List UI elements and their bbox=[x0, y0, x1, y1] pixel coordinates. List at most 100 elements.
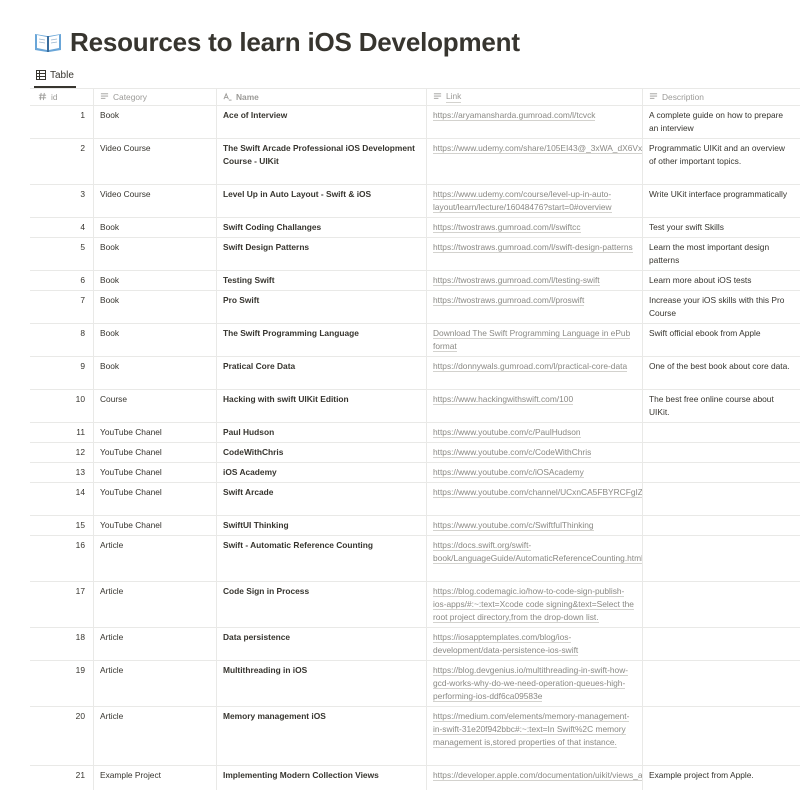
cell-link[interactable]: https://www.udemy.com/share/105EI43@_3xW… bbox=[427, 139, 643, 184]
column-header-id[interactable]: id bbox=[30, 88, 94, 105]
tab-table-view[interactable]: Table bbox=[36, 66, 74, 84]
cell-name[interactable]: Ace of Interview bbox=[217, 106, 427, 138]
link-text[interactable]: https://www.hackingwithswift.com/100 bbox=[433, 394, 574, 405]
cell-category[interactable]: Video Course bbox=[94, 185, 217, 217]
cell-link[interactable]: https://twostraws.gumroad.com/l/testing-… bbox=[427, 271, 643, 290]
cell-description[interactable] bbox=[643, 483, 800, 515]
cell-link[interactable]: https://www.hackingwithswift.com/100 bbox=[427, 390, 643, 422]
cell-link[interactable]: https://aryamansharda.gumroad.com/l/tcvc… bbox=[427, 106, 643, 138]
cell-link[interactable]: https://twostraws.gumroad.com/l/swiftcc bbox=[427, 218, 643, 237]
cell-name[interactable]: Pro Swift bbox=[217, 291, 427, 323]
link-text[interactable]: https://www.youtube.com/c/iOSAcademy bbox=[433, 467, 584, 478]
cell-id[interactable]: 6 bbox=[30, 271, 94, 290]
cell-name[interactable]: Swift Design Patterns bbox=[217, 238, 427, 270]
cell-category[interactable]: Article bbox=[94, 536, 217, 581]
cell-id[interactable]: 8 bbox=[30, 324, 94, 356]
cell-name[interactable]: Memory management iOS bbox=[217, 707, 427, 765]
cell-id[interactable]: 9 bbox=[30, 357, 94, 389]
link-text[interactable]: https://www.youtube.com/c/CodeWithChris bbox=[433, 447, 592, 458]
cell-category[interactable]: Book bbox=[94, 291, 217, 323]
cell-id[interactable]: 18 bbox=[30, 628, 94, 660]
cell-description[interactable] bbox=[643, 661, 800, 706]
cell-category[interactable]: Article bbox=[94, 628, 217, 660]
cell-description[interactable]: Swift official ebook from Apple bbox=[643, 324, 800, 356]
cell-id[interactable]: 2 bbox=[30, 139, 94, 184]
cell-category[interactable]: Video Course bbox=[94, 139, 217, 184]
cell-id[interactable]: 10 bbox=[30, 390, 94, 422]
cell-link[interactable]: https://twostraws.gumroad.com/l/proswift bbox=[427, 291, 643, 323]
cell-name[interactable]: Hacking with swift UIKit Edition bbox=[217, 390, 427, 422]
cell-id[interactable]: 19 bbox=[30, 661, 94, 706]
table-row[interactable]: 8 Book The Swift Programming Language Downl… bbox=[30, 324, 800, 357]
cell-link[interactable]: https://medium.com/elements/memory-manag… bbox=[427, 707, 643, 765]
cell-name[interactable]: Implementing Modern Collection Views bbox=[217, 766, 427, 790]
cell-id[interactable]: 4 bbox=[30, 218, 94, 237]
table-row[interactable]: 12 YouTube Chanel CodeWithChris https://www… bbox=[30, 443, 800, 463]
link-text[interactable]: https://medium.com/elements/memory-manag… bbox=[433, 711, 630, 748]
cell-category[interactable]: YouTube Chanel bbox=[94, 516, 217, 535]
cell-description[interactable] bbox=[643, 536, 800, 581]
cell-description[interactable]: A complete guide on how to prepare an in… bbox=[643, 106, 800, 138]
cell-category[interactable]: Book bbox=[94, 106, 217, 138]
cell-description[interactable] bbox=[643, 707, 800, 765]
cell-link[interactable]: https://www.youtube.com/c/iOSAcademy bbox=[427, 463, 643, 482]
cell-name[interactable]: Swift - Automatic Reference Counting bbox=[217, 536, 427, 581]
link-text[interactable]: https://www.youtube.com/channel/UCxnCA5F… bbox=[433, 487, 642, 498]
cell-name[interactable]: iOS Academy bbox=[217, 463, 427, 482]
cell-category[interactable]: Example Project bbox=[94, 766, 217, 790]
link-text[interactable]: https://twostraws.gumroad.com/l/testing-… bbox=[433, 275, 600, 286]
cell-link[interactable]: https://blog.codemagic.io/how-to-code-si… bbox=[427, 582, 643, 627]
cell-link[interactable]: https://blog.devgenius.io/multithreading… bbox=[427, 661, 643, 706]
cell-link[interactable]: https://www.youtube.com/c/SwiftfulThinki… bbox=[427, 516, 643, 535]
cell-category[interactable]: Book bbox=[94, 218, 217, 237]
cell-id[interactable]: 3 bbox=[30, 185, 94, 217]
column-header-name[interactable]: Name bbox=[217, 88, 427, 105]
cell-id[interactable]: 12 bbox=[30, 443, 94, 462]
table-row[interactable]: 13 YouTube Chanel iOS Academy https://www.y… bbox=[30, 463, 800, 483]
cell-name[interactable]: Multithreading in iOS bbox=[217, 661, 427, 706]
cell-category[interactable]: Article bbox=[94, 582, 217, 627]
link-text[interactable]: https://twostraws.gumroad.com/l/swiftcc bbox=[433, 222, 581, 233]
link-text[interactable]: https://developer.apple.com/documentatio… bbox=[433, 770, 642, 781]
cell-link[interactable]: https://developer.apple.com/documentatio… bbox=[427, 766, 643, 790]
table-row[interactable]: 11 YouTube Chanel Paul Hudson https://www.y… bbox=[30, 423, 800, 443]
table-row[interactable]: 9 Book Pratical Core Data https://donnywals… bbox=[30, 357, 800, 390]
cell-description[interactable]: Example project from Apple. bbox=[643, 766, 800, 790]
table-row[interactable]: 2 Video Course The Swift Arcade Profession… bbox=[30, 139, 800, 185]
cell-id[interactable]: 21 bbox=[30, 766, 94, 790]
cell-description[interactable]: Learn the most important design patterns bbox=[643, 238, 800, 270]
table-row[interactable]: 18 Article Data persistence https://iosappt… bbox=[30, 628, 800, 661]
table-row[interactable]: 7 Book Pro Swift https://twostraws.gumroad.… bbox=[30, 291, 800, 324]
cell-link[interactable]: Download The Swift Programming Language … bbox=[427, 324, 643, 356]
cell-category[interactable]: Article bbox=[94, 707, 217, 765]
cell-description[interactable]: Increase your iOS skills with this Pro C… bbox=[643, 291, 800, 323]
table-row[interactable]: 10 Course Hacking with swift UIKit Edition… bbox=[30, 390, 800, 423]
cell-link[interactable]: https://www.youtube.com/c/PaulHudson bbox=[427, 423, 643, 442]
cell-description[interactable]: One of the best book about core data. bbox=[643, 357, 800, 389]
column-header-category[interactable]: Category bbox=[94, 88, 217, 105]
cell-name[interactable]: Swift Coding Challanges bbox=[217, 218, 427, 237]
table-row[interactable]: 6 Book Testing Swift https://twostraws.gumr… bbox=[30, 271, 800, 291]
cell-description[interactable] bbox=[643, 423, 800, 442]
cell-link[interactable]: https://www.youtube.com/channel/UCxnCA5F… bbox=[427, 483, 643, 515]
cell-description[interactable] bbox=[643, 516, 800, 535]
link-text[interactable]: https://www.udemy.com/course/level-up-in… bbox=[433, 189, 612, 213]
cell-id[interactable]: 17 bbox=[30, 582, 94, 627]
cell-category[interactable]: YouTube Chanel bbox=[94, 483, 217, 515]
cell-id[interactable]: 5 bbox=[30, 238, 94, 270]
cell-id[interactable]: 11 bbox=[30, 423, 94, 442]
cell-category[interactable]: Course bbox=[94, 390, 217, 422]
cell-description[interactable]: Learn more about iOS tests bbox=[643, 271, 800, 290]
cell-link[interactable]: https://twostraws.gumroad.com/l/swift-de… bbox=[427, 238, 643, 270]
cell-category[interactable]: Book bbox=[94, 271, 217, 290]
link-text[interactable]: https://iosapptemplates.com/blog/ios-dev… bbox=[433, 632, 579, 656]
link-text[interactable]: https://twostraws.gumroad.com/l/swift-de… bbox=[433, 242, 633, 253]
link-text[interactable]: Download The Swift Programming Language … bbox=[433, 328, 631, 352]
cell-id[interactable]: 13 bbox=[30, 463, 94, 482]
link-text[interactable]: https://blog.codemagic.io/how-to-code-si… bbox=[433, 586, 634, 623]
column-header-description[interactable]: Description bbox=[643, 88, 800, 105]
cell-name[interactable]: SwiftUI Thinking bbox=[217, 516, 427, 535]
table-row[interactable]: 21 Example Project Implementing Modern Col… bbox=[30, 766, 800, 790]
cell-category[interactable]: YouTube Chanel bbox=[94, 463, 217, 482]
page-title-text[interactable]: Resources to learn iOS Development bbox=[70, 27, 520, 58]
